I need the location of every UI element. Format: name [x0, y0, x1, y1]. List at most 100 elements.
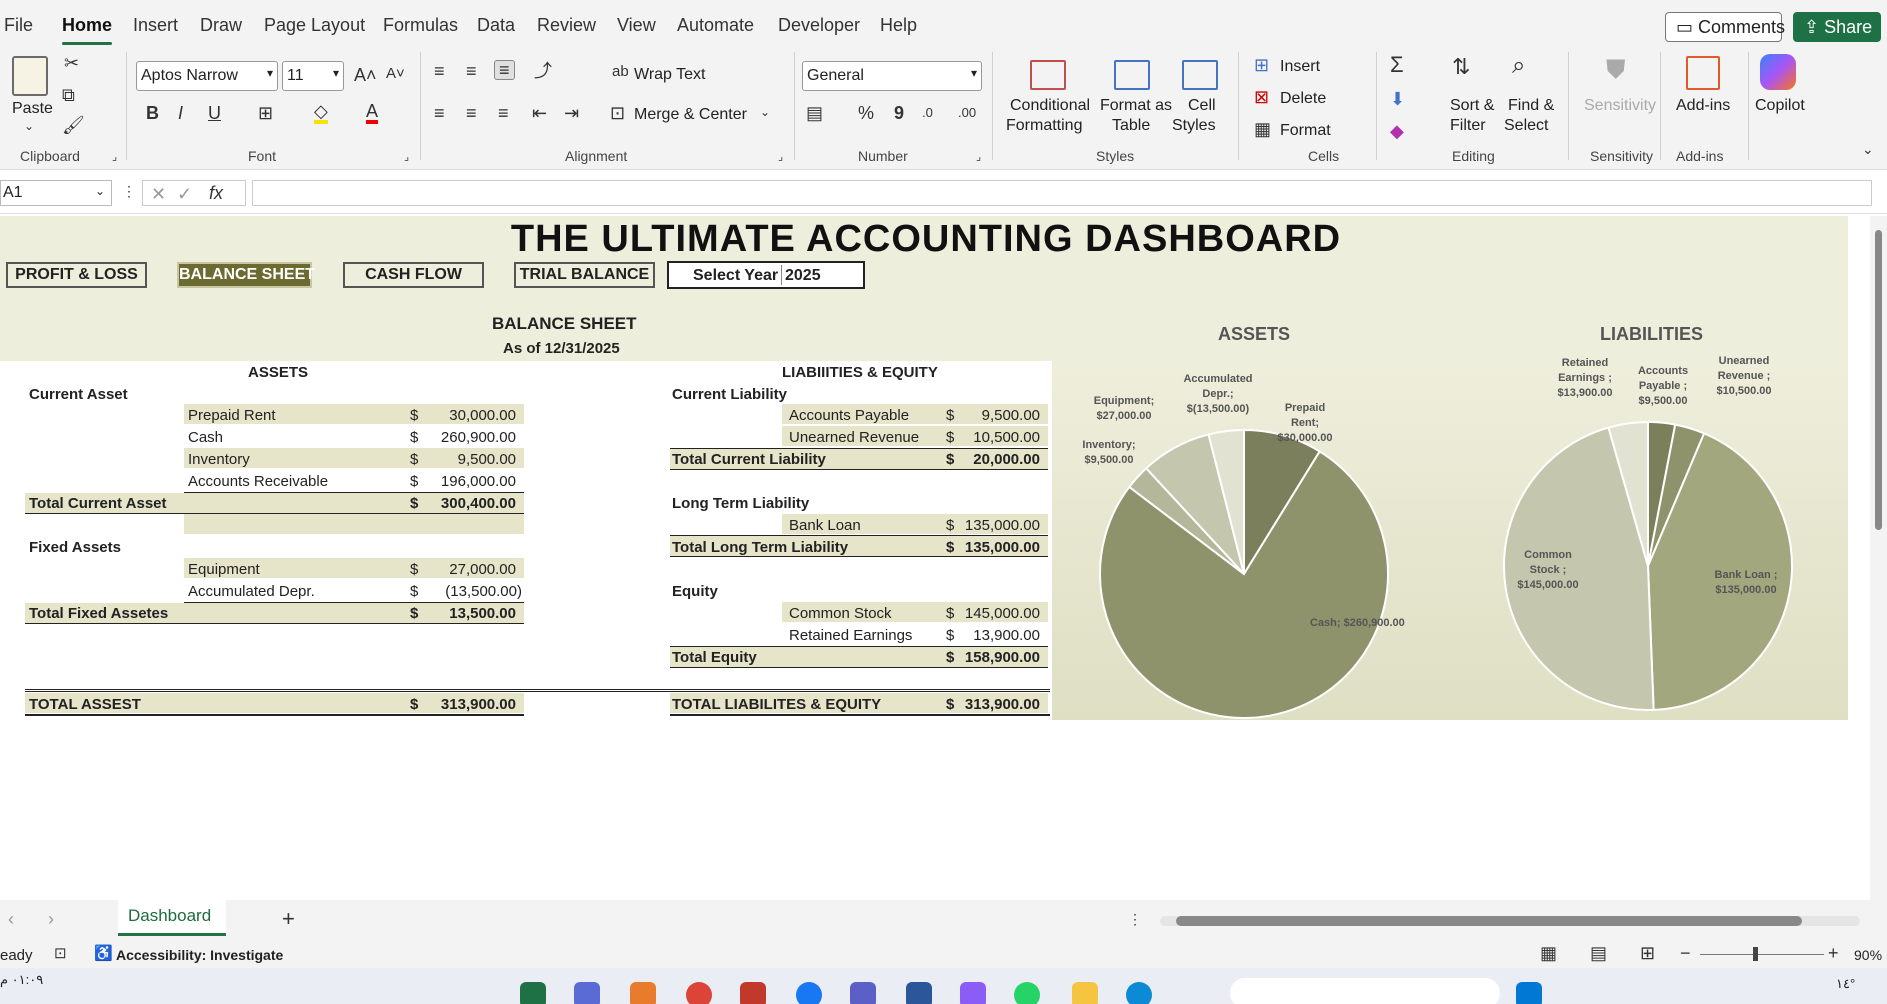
cut-icon[interactable]: ✂ [64, 54, 79, 72]
find-select-button[interactable]: Find & [1508, 97, 1554, 115]
align-top-icon[interactable]: ≡ [434, 62, 445, 80]
folder-taskbar-icon[interactable] [1072, 982, 1098, 1004]
percent-icon[interactable]: % [858, 104, 874, 122]
tab-file[interactable]: File [4, 15, 33, 36]
dialog-launcher-icon[interactable]: ⌟ [976, 152, 981, 163]
insert-cells-button[interactable]: Insert [1280, 58, 1320, 76]
decrease-indent-icon[interactable]: ⇤ [532, 104, 547, 122]
accessibility-status[interactable]: Accessibility: Investigate [116, 947, 283, 963]
horizontal-scrollbar-thumb[interactable] [1176, 916, 1802, 926]
edge-taskbar-icon[interactable] [1126, 982, 1152, 1004]
format-painter-icon[interactable]: 🖌 [62, 116, 85, 134]
italic-icon[interactable]: I [178, 104, 183, 122]
vertical-scrollbar-thumb[interactable] [1875, 230, 1882, 530]
wrap-text-icon[interactable]: ab [612, 64, 629, 79]
conditional-formatting-label[interactable]: Formatting [1006, 117, 1082, 135]
conditional-formatting-icon[interactable] [1030, 60, 1066, 90]
tab-page-layout[interactable]: Page Layout [264, 15, 365, 36]
nav-trial-balance-button[interactable]: TRIAL BALANCE [514, 262, 655, 288]
whatsapp-taskbar-icon[interactable] [1014, 982, 1040, 1004]
scroll-tabs-left-icon[interactable]: ‹ [8, 910, 14, 928]
tab-home[interactable]: Home [62, 15, 113, 45]
format-cells-icon[interactable]: ▦ [1254, 120, 1271, 138]
zoom-in-icon[interactable]: + [1828, 944, 1839, 962]
underline-icon[interactable]: U [208, 104, 221, 122]
nav-cash-flow-button[interactable]: CASH FLOW [343, 262, 484, 288]
normal-view-icon[interactable]: ▦ [1540, 944, 1557, 962]
paste-icon[interactable] [12, 56, 48, 96]
add-sheet-icon[interactable]: + [282, 908, 295, 930]
vertical-scrollbar[interactable] [1870, 216, 1887, 900]
chrome-taskbar-icon[interactable] [686, 982, 712, 1004]
app-taskbar-icon[interactable] [630, 982, 656, 1004]
app-taskbar-icon[interactable] [574, 982, 600, 1004]
macro-record-icon[interactable]: ⊡ [54, 946, 67, 961]
enter-icon[interactable]: ✓ [177, 185, 192, 203]
align-left-icon[interactable]: ≡ [434, 104, 445, 122]
add-ins-button[interactable]: Add-ins [1676, 97, 1730, 115]
page-layout-view-icon[interactable]: ▤ [1590, 944, 1607, 962]
clock[interactable]: ٠١:٠٩ م [0, 972, 43, 988]
nav-profit-loss-button[interactable]: PROFIT & LOSS [6, 262, 147, 288]
name-box[interactable]: A1 ⌄ [0, 180, 112, 206]
share-button[interactable]: ⇪ Share [1793, 12, 1881, 42]
insert-function-icon[interactable]: fx [209, 184, 223, 202]
copilot-taskbar-icon[interactable] [960, 982, 986, 1004]
merge-center-button[interactable]: Merge & Center [634, 106, 747, 124]
tab-developer[interactable]: Developer [778, 15, 860, 36]
number-format-select[interactable]: General ▾ [802, 61, 982, 91]
format-as-table-icon[interactable] [1114, 60, 1150, 90]
cell-styles-button[interactable]: Cell [1188, 97, 1216, 115]
tab-draw[interactable]: Draw [200, 15, 242, 36]
zoom-out-icon[interactable]: − [1680, 944, 1691, 962]
chevron-down-icon[interactable]: ⌄ [760, 106, 770, 118]
align-bottom-icon[interactable]: ≡ [494, 60, 515, 80]
tab-insert[interactable]: Insert [133, 15, 178, 36]
fill-icon[interactable]: ⬇ [1390, 90, 1405, 108]
font-size-select[interactable]: 11 ▾ [282, 61, 344, 91]
nav-balance-sheet-button[interactable]: BALANCE SHEET [177, 262, 315, 288]
align-center-icon[interactable]: ≡ [466, 104, 477, 122]
sort-filter-icon[interactable]: ⇅ [1452, 56, 1470, 78]
copilot-icon[interactable] [1760, 54, 1796, 90]
dialog-launcher-icon[interactable]: ⌟ [112, 152, 117, 163]
sort-filter-button[interactable]: Sort & [1450, 97, 1494, 115]
cancel-icon[interactable]: ✕ [151, 185, 166, 203]
delete-cells-icon[interactable]: ⊠ [1254, 88, 1269, 106]
zoom-level[interactable]: 90% [1854, 947, 1882, 963]
insert-cells-icon[interactable]: ⊞ [1254, 56, 1269, 74]
windows-start-icon[interactable] [1516, 982, 1542, 1004]
horizontal-scrollbar[interactable] [1160, 916, 1860, 926]
word-taskbar-icon[interactable] [906, 982, 932, 1004]
dialog-launcher-icon[interactable]: ⌟ [778, 152, 783, 163]
add-ins-icon[interactable] [1686, 56, 1720, 90]
increase-font-icon[interactable]: A˄ [354, 66, 377, 84]
tab-view[interactable]: View [617, 15, 656, 36]
cell-styles-icon[interactable] [1182, 60, 1218, 90]
taskbar-search[interactable] [1230, 978, 1500, 1004]
accessibility-icon[interactable]: ♿ [94, 946, 113, 961]
more-options-icon[interactable]: ⋮ [122, 184, 136, 198]
borders-icon[interactable]: ⊞ [258, 104, 273, 122]
bold-icon[interactable]: B [146, 104, 159, 122]
comma-style-icon[interactable]: 9 [894, 104, 904, 122]
autosum-icon[interactable]: Σ [1390, 54, 1404, 76]
copilot-button[interactable]: Copilot [1755, 97, 1805, 115]
select-year-input[interactable]: 2025 [785, 267, 821, 285]
tab-formulas[interactable]: Formulas [383, 15, 458, 36]
format-cells-button[interactable]: Format [1280, 122, 1331, 140]
orientation-icon[interactable]: ⤴ [534, 62, 552, 80]
excel-taskbar-icon[interactable] [520, 982, 546, 1004]
merge-center-icon[interactable]: ⊡ [610, 104, 625, 122]
decrease-font-icon[interactable]: A˅ [386, 66, 405, 81]
chevron-down-icon[interactable]: ⌄ [24, 120, 34, 132]
paste-button[interactable]: Paste [12, 100, 53, 118]
tab-review[interactable]: Review [537, 15, 596, 36]
format-as-table-label[interactable]: Table [1112, 117, 1150, 135]
wrap-text-button[interactable]: Wrap Text [634, 66, 705, 84]
delete-cells-button[interactable]: Delete [1280, 90, 1326, 108]
align-right-icon[interactable]: ≡ [498, 104, 509, 122]
increase-indent-icon[interactable]: ⇥ [564, 104, 579, 122]
formula-input[interactable] [252, 180, 1872, 206]
dialog-launcher-icon[interactable]: ⌟ [404, 152, 409, 163]
